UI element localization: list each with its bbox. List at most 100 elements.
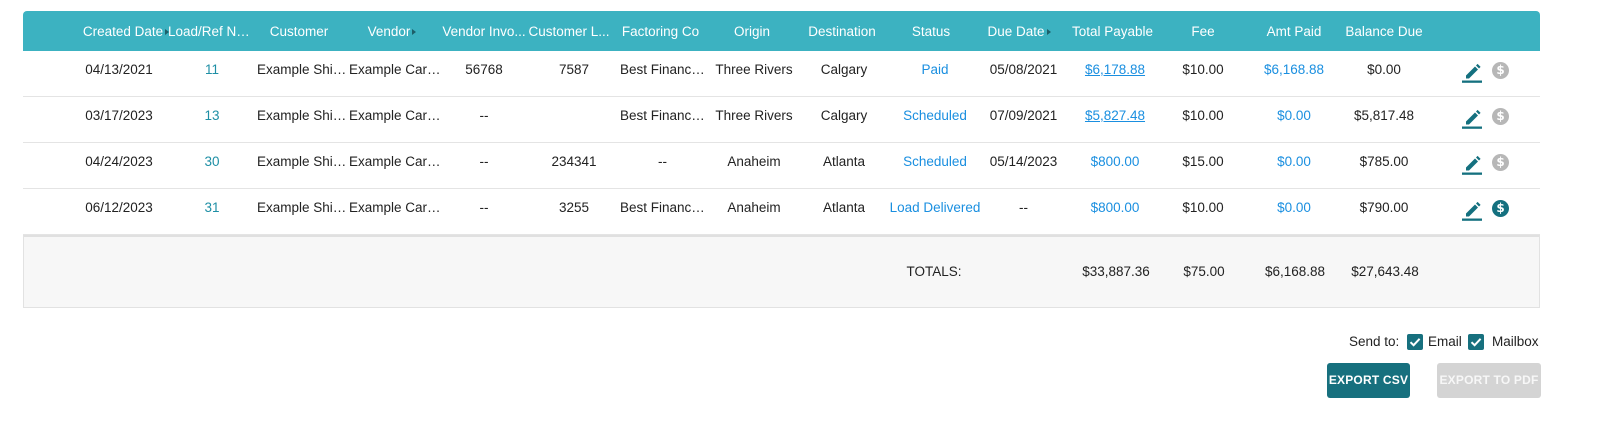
cell-factoring-co: Best Financing [620,108,705,123]
column-header-vendor-invoice[interactable]: Vendor Invo... [438,11,530,51]
column-header-label: Load/Ref Nbr [168,24,249,39]
cell-status[interactable]: Scheduled [888,143,982,188]
column-header-label: Total Payable [1071,24,1154,39]
cell-status[interactable]: Scheduled [888,97,982,142]
cell-vendor-invoice: -- [479,154,489,169]
cell-destination: Calgary [820,62,868,77]
sort-icon[interactable] [1046,29,1051,36]
totals-label: TOTALS: [906,264,962,279]
cell-load-ref-nbr[interactable]: 30 [168,143,256,188]
pencil-icon[interactable] [1461,105,1483,129]
column-header-label: Destination [808,24,876,39]
column-header-label: Vendor [367,24,411,39]
column-header-destination[interactable]: Destination [803,11,881,51]
row-actions: $ [1451,105,1521,129]
totals-row: TOTALS: $33,887.36 $75.00 $6,168.88 $27,… [23,235,1540,308]
cell-vendor: Example Carrier [349,200,441,215]
cell-fee: $10.00 [1182,62,1224,77]
export-csv-button[interactable]: EXPORT CSV [1327,363,1410,398]
cell-total-payable[interactable]: $800.00 [1070,189,1160,234]
cell-balance-due: $5,817.48 [1353,108,1415,123]
cell-vendor: Example Carrier [349,154,441,169]
column-header-label: Origin [733,24,770,39]
sort-icon[interactable] [412,29,417,36]
column-header-due-date[interactable]: Due Date [986,11,1052,51]
cell-destination: Calgary [820,108,868,123]
cell-created-date: 04/13/2021 [85,62,153,77]
cell-created-date: 06/12/2023 [85,200,153,215]
column-header-label: Vendor Invo... [442,24,526,39]
column-header-status[interactable]: Status [888,11,974,51]
dollar-icon[interactable]: $ [1492,108,1509,125]
table-row: 06/12/2023 31Example ShipperExample Carri… [23,189,1540,235]
totals-amt-paid: $6,168.88 [1264,264,1326,279]
cell-vendor-invoice: -- [479,200,489,215]
cell-origin: Three Rivers [715,62,793,77]
cell-created-date: 03/17/2023 [85,108,153,123]
dollar-icon[interactable]: $ [1492,62,1509,79]
column-header-load-ref-nbr[interactable]: Load/Ref Nbr [168,11,256,51]
cell-amt-paid[interactable]: $6,168.88 [1249,51,1339,96]
cell-amt-paid[interactable]: $0.00 [1249,143,1339,188]
cell-customer-load: 7587 [558,62,590,77]
cell-vendor-invoice: -- [479,108,489,123]
column-header-origin[interactable]: Origin [713,11,791,51]
cell-status[interactable]: Paid [888,51,982,96]
cell-amt-paid[interactable]: $0.00 [1249,97,1339,142]
column-header-label: Status [911,24,951,39]
table-row: 04/13/2021 11Example ShipperExample Carri… [23,51,1540,97]
column-header-vendor[interactable]: Vendor [348,11,436,51]
cell-customer: Example Shipper [257,154,349,169]
column-header-label: Fee [1191,24,1215,39]
totals-total-payable: $33,887.36 [1082,264,1150,279]
cell-customer: Example Shipper [257,62,349,77]
totals-balance-due: $27,643.48 [1351,264,1419,279]
cell-total-payable[interactable]: $800.00 [1070,143,1160,188]
row-actions: $ [1451,59,1521,83]
cell-factoring-co: Best Financing [620,200,705,215]
cell-load-ref-nbr[interactable]: 13 [168,97,256,142]
column-header-customer[interactable]: Customer [256,11,342,51]
cell-due-date: 05/08/2021 [989,62,1058,77]
cell-due-date: 07/09/2021 [989,108,1058,123]
export-pdf-button[interactable]: EXPORT TO PDF [1437,363,1541,398]
column-header-balance-due[interactable]: Balance Due [1339,11,1429,51]
cell-factoring-co: -- [658,154,667,169]
column-header-fee[interactable]: Fee [1163,11,1243,51]
cell-customer-load [528,97,620,142]
table-row: 03/17/2023 13Example ShipperExample Carri… [23,97,1540,143]
pencil-icon[interactable] [1461,59,1483,83]
table-header: Created Date Load/Ref Nbr Customer Vendor Ve… [23,11,1540,51]
cell-status[interactable]: Load Delivered [888,189,982,234]
cell-total-payable[interactable]: $5,827.48 [1070,97,1160,142]
checkmark-icon [1470,338,1482,347]
cell-customer-load: 3255 [558,200,590,215]
cell-vendor: Example Carrier [349,108,441,123]
cell-load-ref-nbr[interactable]: 31 [168,189,256,234]
column-header-customer-load[interactable]: Customer L... [528,11,610,51]
cell-fee: $10.00 [1182,200,1224,215]
cell-fee: $10.00 [1182,108,1224,123]
cell-origin: Three Rivers [715,108,793,123]
email-checkbox[interactable] [1407,334,1423,350]
row-actions: $ [1451,197,1521,221]
cell-amt-paid[interactable]: $0.00 [1249,189,1339,234]
cell-load-ref-nbr[interactable]: 11 [168,51,256,96]
cell-balance-due: $785.00 [1359,154,1409,169]
cell-total-payable[interactable]: $6,178.88 [1070,51,1160,96]
column-header-total-payable[interactable]: Total Payable [1070,11,1155,51]
pencil-icon[interactable] [1461,151,1483,175]
mailbox-checkbox[interactable] [1468,334,1484,350]
pencil-icon[interactable] [1461,197,1483,221]
cell-origin: Anaheim [727,154,781,169]
table-row: 04/24/2023 30Example ShipperExample Carri… [23,143,1540,189]
column-header-label: Due Date [987,24,1045,39]
dollar-icon[interactable]: $ [1492,154,1509,171]
column-header-amt-paid[interactable]: Amt Paid [1249,11,1339,51]
table-body: 04/13/202111Example ShipperExample Carri… [23,51,1540,235]
dollar-icon[interactable]: $ [1492,200,1509,217]
cell-vendor: Example Carrier [349,62,441,77]
column-header-factoring-co[interactable]: Factoring Co [613,11,708,51]
column-header-label: Factoring Co [621,24,700,39]
column-header-created-date[interactable]: Created Date [78,11,174,51]
